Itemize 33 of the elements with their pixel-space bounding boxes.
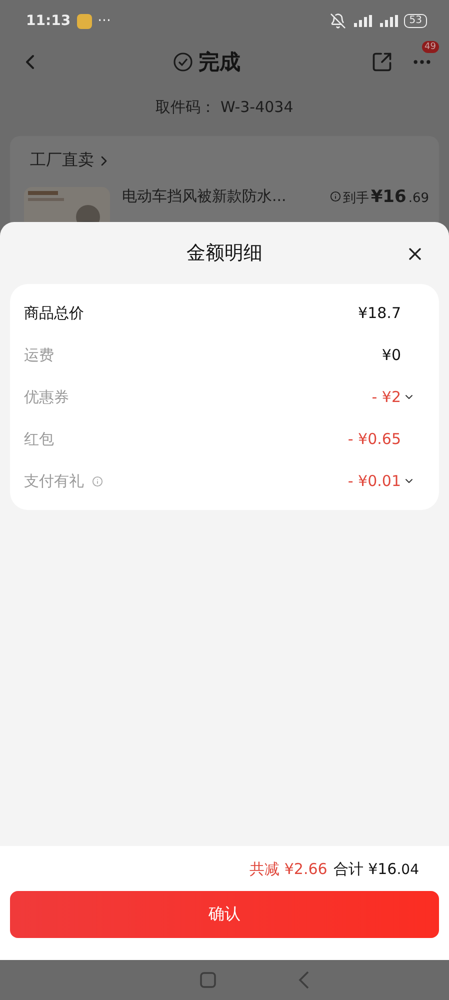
more-notifications: ··· [98,13,111,29]
pickup-code: 取件码： W-3-4034 [154,97,294,118]
message-count-badge: 49 [422,41,439,53]
bell-off-icon [330,13,346,29]
back-nav-icon[interactable] [298,971,310,989]
row-amount: ¥0 [382,346,401,364]
row-amount: - ¥2 [372,388,401,406]
sheet-title: 金额明细 [186,241,262,266]
product-price: 到手¥16.69 [330,187,429,222]
share-icon[interactable] [371,51,393,73]
check-circle-icon [172,52,192,72]
row-label: 优惠券 [24,388,69,406]
row-label: 商品总价 [24,304,84,322]
battery-level: 53 [404,14,427,28]
info-icon[interactable] [92,476,103,486]
row-label: 运费 [24,346,54,364]
app-notification-icon [76,14,92,28]
total-discount: 共减 ¥2.66 [250,860,328,879]
row-amount: - ¥0.65 [348,430,401,448]
total-amount: 合计 ¥16.04 [333,860,419,879]
row-amount: ¥18.7 [358,304,401,322]
row-amount: - ¥0.01 [348,472,401,490]
info-icon[interactable] [330,191,341,202]
order-status-title: 完成 [198,49,240,76]
signal-icon [352,15,372,27]
home-square-icon[interactable] [200,972,216,988]
store-name[interactable]: 工厂直卖 [30,150,94,171]
confirm-button[interactable]: 确认 [10,891,439,938]
row-label: 红包 [24,430,54,448]
signal-icon [378,15,398,27]
row-label: 支付有礼 [24,472,84,490]
status-time: 11:13 [26,13,71,29]
product-title: 电动车挡风被新款防水... [122,187,288,207]
